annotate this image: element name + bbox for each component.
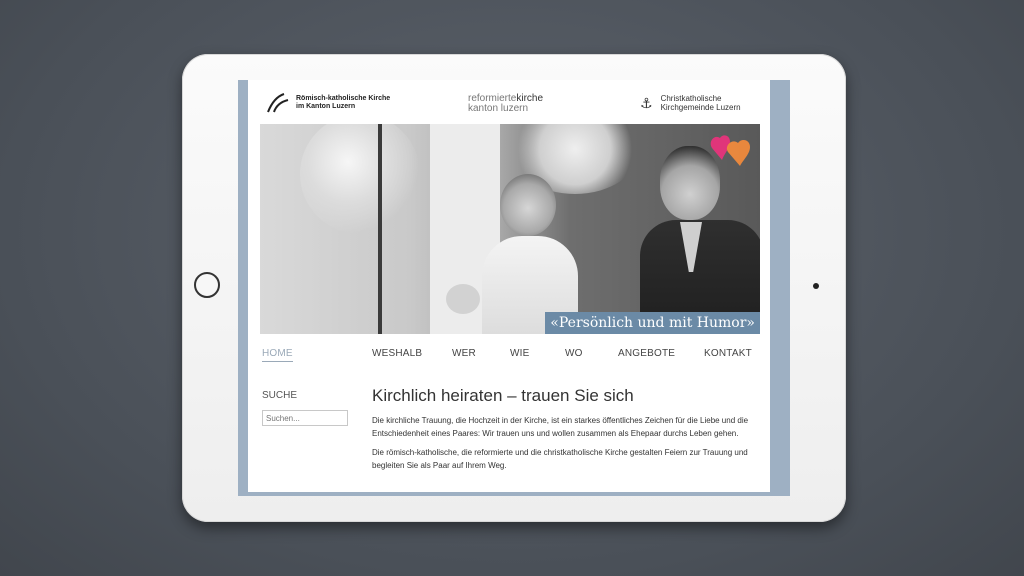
logo-christkatholisch[interactable]: ⚓ Christkatholische Kirchgemeinde Luzern [640, 94, 741, 112]
nav-wie[interactable]: WIE [510, 348, 530, 359]
logo-rk-line1: Römisch-katholische Kirche [296, 95, 391, 102]
hero-bride [500, 174, 556, 236]
hearts-logo-icon [710, 135, 750, 166]
front-camera [813, 283, 819, 289]
cross-anchor-icon: ⚓ [640, 94, 653, 111]
tablet-screen: Römisch-katholische Kirche im Kanton Luz… [238, 80, 790, 496]
main-nav: HOME WESHALB WER WIE WO ANGEBOTE KONTAKT [260, 344, 760, 362]
header-logos: Römisch-katholische Kirche im Kanton Luz… [248, 80, 770, 124]
web-page: Römisch-katholische Kirche im Kanton Luz… [248, 80, 770, 492]
logo-rk-line2: im Kanton Luzern [296, 103, 356, 110]
hero-caption: «Persönlich und mit Humor» [545, 312, 760, 334]
search-input[interactable] [262, 410, 348, 426]
intro-paragraph: Die kirchliche Trauung, die Hochzeit in … [372, 416, 749, 438]
churches-paragraph: Die römisch-katholische, die reformierte… [372, 448, 748, 470]
nav-home[interactable]: HOME [262, 348, 293, 362]
nav-angebote[interactable]: ANGEBOTE [618, 348, 675, 359]
church-swoosh-icon [267, 93, 289, 113]
logo-ck-text: Christkatholische Kirchgemeinde Luzern [661, 94, 741, 112]
main-content: Kirchlich heiraten – trauen Sie sich Die… [372, 386, 752, 478]
hero-flower-stand [378, 124, 382, 334]
logo-roemisch-katholisch[interactable]: Römisch-katholische Kirche im Kanton Luz… [264, 92, 390, 114]
logo-ck-line2: Kirchgemeinde Luzern [660, 103, 741, 112]
logo-rk-text: Römisch-katholische Kirche im Kanton Luz… [296, 95, 390, 111]
home-button[interactable] [194, 272, 220, 298]
page-title: Kirchlich heiraten – trauen Sie sich [372, 386, 634, 405]
nav-wo[interactable]: WO [565, 348, 583, 359]
tablet-device: Römisch-katholische Kirche im Kanton Luz… [182, 54, 846, 522]
logo-reformierte-kirche[interactable]: reformiertekirche kanton luzern [468, 94, 543, 114]
search-title: SUCHE [262, 390, 298, 401]
nav-kontakt[interactable]: KONTAKT [704, 348, 752, 359]
logo-ref-line2: kanton luzern [468, 103, 529, 114]
nav-weshalb[interactable]: WESHALB [372, 348, 422, 359]
hero-flowers-left [300, 124, 420, 234]
logo-ck-line1: Christkatholische [660, 94, 722, 103]
hero-bride-hand [446, 284, 480, 314]
nav-wer[interactable]: WER [452, 348, 476, 359]
hero-image: «Persönlich und mit Humor» [260, 124, 760, 334]
